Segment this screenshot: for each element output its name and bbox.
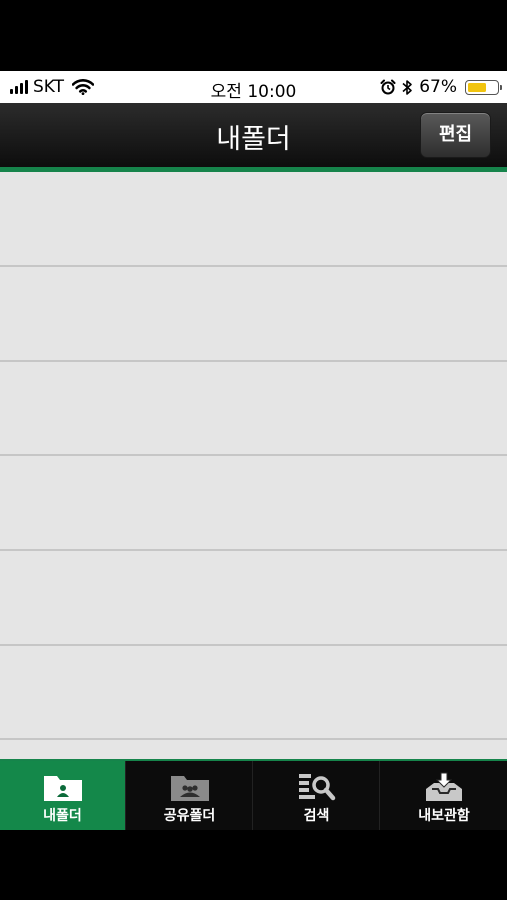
list-row-separator: [0, 549, 507, 551]
list-row-separator: [0, 454, 507, 456]
edit-button[interactable]: 편집: [420, 112, 491, 158]
tab-my-folder[interactable]: 내폴더: [0, 761, 126, 830]
battery-percentage: 67%: [419, 77, 457, 97]
folder-list[interactable]: [0, 172, 507, 759]
tab-search[interactable]: 검색: [254, 761, 380, 830]
tab-label: 내보관함: [418, 808, 470, 824]
battery-level: [468, 82, 486, 92]
list-row-separator: [0, 360, 507, 362]
list-row-separator: [0, 644, 507, 646]
navigation-bar: 내폴더 편집: [0, 103, 507, 167]
tab-storage-box[interactable]: 내보관함: [381, 761, 507, 830]
bluetooth-icon: [402, 79, 413, 95]
inbox-download-icon: [426, 772, 462, 801]
status-bar: SKT 오전 10:00 67%: [0, 71, 507, 103]
tab-shared-folder[interactable]: 공유폴더: [127, 761, 253, 830]
tab-label: 검색: [303, 808, 330, 824]
alarm-icon: [380, 79, 396, 95]
search-icon: [298, 774, 335, 801]
list-row-separator: [0, 738, 507, 740]
battery-icon: [465, 79, 502, 95]
tab-bar: 내폴더 공유폴더 검색 내보관함: [0, 759, 507, 830]
shared-folder-icon: [170, 776, 209, 801]
my-folder-icon: [43, 776, 82, 801]
tab-label: 공유폴더: [163, 808, 216, 824]
list-row-separator: [0, 265, 507, 267]
tab-label: 내폴더: [43, 808, 82, 824]
